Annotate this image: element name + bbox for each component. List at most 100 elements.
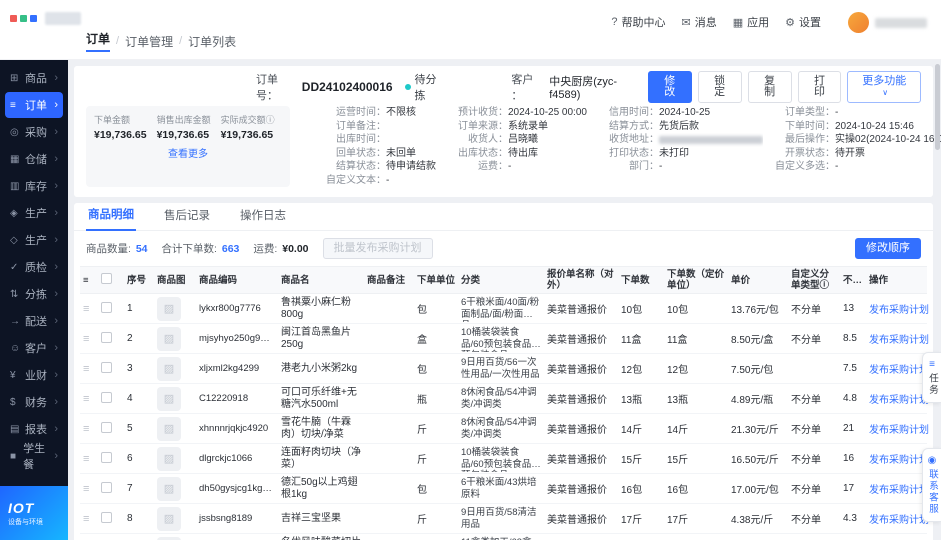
drag-handle-icon[interactable]: ≡ bbox=[80, 451, 98, 467]
topbar-apps-button[interactable]: ▦ 应用 bbox=[733, 14, 769, 30]
sidebar-item-delivery[interactable]: → 配送 › bbox=[5, 308, 63, 334]
publish-purchase-plan-link[interactable]: 发布采购计划 bbox=[869, 305, 929, 316]
drag-handle-icon[interactable]: ≡ bbox=[80, 391, 98, 407]
field-value: 2024-10-25 00:00 bbox=[508, 107, 587, 118]
copy-button[interactable]: 复制 bbox=[747, 71, 792, 103]
row-select-cell bbox=[98, 360, 124, 378]
sidebar-item-business-finance[interactable]: ¥ 业财 › bbox=[5, 362, 63, 388]
sidebar-item-orders[interactable]: ≡ 订单 › bbox=[5, 92, 63, 118]
cell-note bbox=[364, 427, 414, 431]
user-area[interactable] bbox=[848, 12, 927, 33]
field-value: - bbox=[508, 161, 512, 172]
app-logo bbox=[10, 12, 81, 25]
publish-purchase-plan-link[interactable]: 发布采购计划 bbox=[869, 515, 929, 526]
row-checkbox[interactable] bbox=[101, 451, 112, 463]
summary-stat-label: 销售出库金额 bbox=[156, 115, 211, 125]
table-row: ≡ 1 ▨ lykxr800g7776 鲁祺粟小麻仁粉800g 包 6干粮米面/40面/粉面… bbox=[80, 294, 929, 324]
sidebar-item-reports[interactable]: ▤ 报表 › bbox=[5, 416, 63, 442]
table-row: ≡ 8 ▨ jssbsng8189 吉祥三宝坚果 斤 9日用百货/58清洁用品 美菜普通报价 1… bbox=[80, 504, 929, 534]
sidebar-item-label: 订单 bbox=[25, 100, 47, 112]
publish-purchase-plan-link[interactable]: 发布采购计划 bbox=[869, 395, 929, 406]
order-info-field: 信用时间： 2024-10-25 bbox=[597, 106, 763, 120]
row-checkbox[interactable] bbox=[101, 331, 112, 343]
scrollbar-thumb[interactable] bbox=[935, 64, 940, 150]
cell-order-qty: 16包 bbox=[621, 485, 643, 496]
field-value: 待出库 bbox=[508, 147, 538, 159]
cell-unit: 包 bbox=[417, 365, 427, 376]
freight: 运费: ¥0.00 bbox=[253, 241, 308, 256]
task-floater[interactable]: ≡ 任务 bbox=[922, 352, 941, 403]
reorder-button[interactable]: 修改顺序 bbox=[855, 238, 921, 259]
see-more-link[interactable]: 查看更多 bbox=[94, 145, 282, 160]
product-image-placeholder: ▨ bbox=[157, 536, 181, 540]
publish-purchase-plan-link[interactable]: 发布采购计划 bbox=[869, 425, 929, 436]
amount-stats: 下单金额 ¥19,736.65 销售出库金额 ¥19,736.65 实际成交额ⓘ ¥19,… bbox=[94, 113, 282, 141]
header-0: 序号 bbox=[127, 274, 147, 286]
sidebar-item-warehouse[interactable]: ▦ 仓储 › bbox=[5, 146, 63, 172]
publish-purchase-plan-link[interactable]: 发布采购计划 bbox=[869, 485, 929, 496]
sidebar-item-quality[interactable]: ✓ 质检 › bbox=[5, 254, 63, 280]
breadcrumb-item[interactable]: 订单列表 bbox=[188, 33, 236, 50]
row-checkbox[interactable] bbox=[101, 391, 112, 403]
publish-purchase-plan-link[interactable]: 发布采购计划 bbox=[869, 455, 929, 466]
field-label: 部门： bbox=[628, 161, 659, 172]
drag-handle-icon[interactable]: ≡ bbox=[80, 481, 98, 497]
field-value: 2024-10-25 bbox=[658, 107, 711, 118]
breadcrumb-item[interactable]: 订单管理 bbox=[125, 33, 173, 50]
products-table: ≡ 序号 商品图 商品编码 商品名 商品备注 下单单位 分类 报价单名称（对外） 下单数 下单数（定… bbox=[74, 266, 933, 540]
row-checkbox[interactable] bbox=[101, 421, 112, 433]
drag-handle-icon[interactable]: ≡ bbox=[80, 301, 98, 317]
tab-after-sale[interactable]: 售后记录 bbox=[162, 207, 212, 230]
row-checkbox[interactable] bbox=[101, 481, 112, 493]
sidebar-item-label: 仓储 bbox=[25, 154, 47, 166]
publish-purchase-plan-link[interactable]: 发布采购计划 bbox=[869, 365, 929, 376]
sidebar-item-customers[interactable]: ☺ 客户 › bbox=[5, 335, 63, 361]
cell-name: 名优风味酸菜切片（净菜） bbox=[278, 535, 364, 540]
select-all-checkbox[interactable] bbox=[101, 273, 112, 284]
cell-name: 闽江首岛黑鱼片250g bbox=[281, 326, 351, 350]
publish-purchase-plan-link[interactable]: 发布采购计划 bbox=[869, 335, 929, 346]
batch-publish-button[interactable]: 批量发布采购计划 bbox=[322, 238, 433, 259]
sidebar-item-inventory[interactable]: ▥ 库存 › bbox=[5, 173, 63, 199]
sidebar: ⊞ 商品 › ≡ 订单 › ◎ 采购 › ▦ 仓储 › ▥ 库存 › ◈ 生产 › ◇ 生产 › ✓ 质检 › ⇅ 分拣 › → 配送 ›… bbox=[0, 60, 68, 540]
support-floater-label: 联系客服 bbox=[927, 469, 938, 515]
topbar-settings-button[interactable]: ⚙ 设置 bbox=[785, 14, 821, 30]
row-checkbox[interactable] bbox=[101, 301, 112, 313]
column-config-icon[interactable]: ≡ bbox=[80, 273, 98, 288]
header-4: 商品备注 bbox=[367, 274, 406, 286]
tab-product-detail[interactable]: 商品明细 bbox=[86, 206, 136, 231]
drag-handle-icon[interactable]: ≡ bbox=[80, 361, 98, 377]
field-label: 信用时间： bbox=[608, 107, 659, 118]
cell-notax-price: 8.5 bbox=[843, 333, 857, 344]
breadcrumb-item[interactable]: 订单 bbox=[86, 30, 111, 52]
sidebar-item-purchase[interactable]: ◎ 采购 › bbox=[5, 119, 63, 145]
row-checkbox[interactable] bbox=[101, 361, 112, 373]
header-5: 下单单位 bbox=[417, 274, 456, 286]
row-select-cell bbox=[98, 390, 124, 408]
topbar-message-button[interactable]: ✉ 消息 bbox=[682, 14, 717, 30]
sidebar-item-finance[interactable]: $ 财务 › bbox=[5, 389, 63, 415]
sidebar-item-student-meal[interactable]: ■ 学生餐 › bbox=[5, 443, 63, 471]
sidebar-item-goods[interactable]: ⊞ 商品 › bbox=[5, 65, 63, 91]
topbar-help-button[interactable]: ? 帮助中心 bbox=[611, 14, 665, 30]
lock-button[interactable]: 锁定 bbox=[697, 71, 742, 103]
drag-handle-icon[interactable]: ≡ bbox=[80, 331, 98, 347]
print-button[interactable]: 打印 bbox=[797, 71, 842, 103]
tab-operation-log[interactable]: 操作日志 bbox=[238, 207, 288, 230]
sidebar-item-production-1[interactable]: ◈ 生产 › bbox=[5, 200, 63, 226]
support-floater[interactable]: ◉ 联系客服 bbox=[922, 448, 941, 522]
drag-handle-icon[interactable]: ≡ bbox=[80, 511, 98, 527]
field-label: 运费： bbox=[478, 161, 508, 172]
avatar[interactable] bbox=[848, 12, 869, 33]
order-body: 下单金额 ¥19,736.65 销售出库金额 ¥19,736.65 实际成交额ⓘ ¥19,… bbox=[86, 106, 941, 187]
chevron-right-icon: › bbox=[54, 396, 58, 408]
more-actions-button[interactable]: 更多功能∨ bbox=[847, 71, 921, 103]
modify-button[interactable]: 修改 bbox=[647, 71, 692, 103]
field-label: 开票状态： bbox=[784, 147, 835, 159]
row-checkbox[interactable] bbox=[101, 511, 112, 523]
drag-handle-icon[interactable]: ≡ bbox=[80, 421, 98, 437]
sidebar-item-production-2[interactable]: ◇ 生产 › bbox=[5, 227, 63, 253]
sidebar-item-sorting[interactable]: ⇅ 分拣 › bbox=[5, 281, 63, 307]
task-icon: ≡ bbox=[929, 359, 935, 370]
cell-quote-name: 美菜普通报价 bbox=[547, 425, 607, 436]
